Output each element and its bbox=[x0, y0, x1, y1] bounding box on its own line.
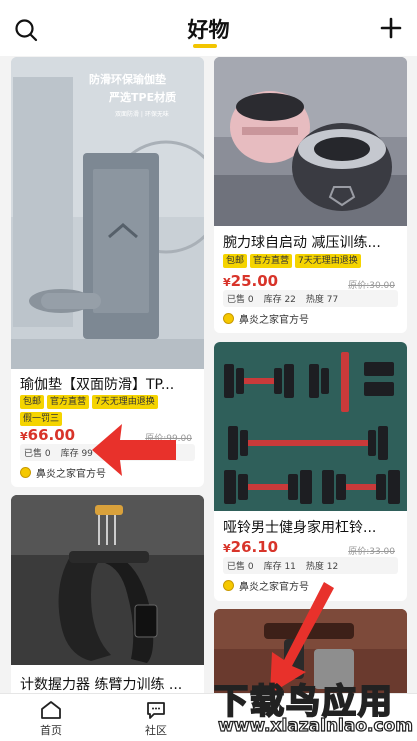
plus-icon[interactable] bbox=[379, 16, 403, 40]
heat-count: 热度 12 bbox=[305, 562, 339, 572]
tag: 假一罚三 bbox=[20, 412, 63, 426]
watermark-overlay: 下载鸟应用 www.xlazalnlao.com bbox=[204, 672, 417, 741]
currency-symbol: ¥ bbox=[20, 430, 28, 443]
sold-count: 已售 0 bbox=[24, 449, 51, 459]
shop-logo-icon bbox=[20, 467, 31, 478]
product-stats: 已售 0 库存 22 热度 77 bbox=[223, 290, 398, 307]
heat-count: 热度 77 bbox=[305, 295, 339, 305]
tag: 包邮 bbox=[20, 395, 45, 409]
tag: 官方直营 bbox=[250, 254, 293, 268]
product-stats: 已售 0 库存 11 热度 12 bbox=[223, 557, 398, 574]
page-title: 好物 bbox=[187, 18, 230, 42]
currency-symbol: ¥ bbox=[223, 542, 231, 555]
shop-logo-icon bbox=[223, 580, 234, 591]
banner-line-2: 严选TPE材质 bbox=[109, 91, 177, 104]
tag: 7天无理由退换 bbox=[295, 254, 361, 268]
currency-symbol: ¥ bbox=[223, 276, 231, 289]
product-name[interactable]: 计数握力器 练臂力训练 ... bbox=[20, 674, 196, 693]
stock-count: 库存 22 bbox=[263, 295, 296, 305]
product-card[interactable]: 计数握力器 练臂力训练 ... bbox=[11, 495, 204, 693]
product-name[interactable]: 哑铃男士健身家用杠铃... bbox=[223, 517, 399, 537]
red-arrow-annotation bbox=[92, 424, 176, 476]
shop-logo-icon bbox=[223, 313, 234, 324]
banner-line-3: 双面防滑 | 环保无味 bbox=[115, 111, 169, 118]
product-image-grip-trainer[interactable] bbox=[11, 495, 204, 665]
nav-home-label: 首页 bbox=[40, 724, 62, 737]
nav-home[interactable]: 首页 bbox=[21, 700, 81, 738]
product-price: ¥25.00 bbox=[223, 272, 278, 290]
chat-bubble-icon bbox=[147, 702, 165, 719]
product-card[interactable]: 哑铃男士健身家用杠铃... ¥26.10 原价:33.00 已售 0 库存 11… bbox=[214, 342, 407, 601]
original-price: 原价:33.00 bbox=[348, 547, 395, 557]
product-tags: 包邮 官方直营 7天无理由退换 bbox=[223, 254, 399, 268]
product-image-dumbbells[interactable] bbox=[214, 342, 407, 511]
price-value: 26.10 bbox=[230, 538, 279, 556]
shop-name: 鼻炎之家官方号 bbox=[239, 315, 309, 326]
nav-community-label: 社区 bbox=[145, 724, 167, 737]
tag: 包邮 bbox=[223, 254, 248, 268]
product-name[interactable]: 瑜伽垫【双面防滑】TP... bbox=[20, 374, 196, 394]
price-value: 66.00 bbox=[27, 426, 76, 444]
stock-count: 库存 11 bbox=[263, 562, 296, 572]
sold-count: 已售 0 bbox=[227, 562, 254, 572]
nav-community[interactable]: 社区 bbox=[126, 700, 186, 738]
product-card[interactable]: 腕力球自启动 减压训练... 包邮 官方直营 7天无理由退换 ¥25.00 原价… bbox=[214, 57, 407, 333]
home-icon bbox=[41, 701, 61, 719]
tag: 7天无理由退换 bbox=[92, 395, 158, 409]
product-image-wrist-ball[interactable] bbox=[214, 57, 407, 226]
product-feed[interactable]: 防滑环保瑜伽垫 严选TPE材质 双面防滑 | 环保无味 瑜伽垫【双面防滑】TP.… bbox=[0, 56, 417, 693]
product-price: ¥66.00 bbox=[20, 426, 75, 444]
watermark-url: www.xlazalnlao.com bbox=[217, 715, 413, 736]
shop-link[interactable]: 鼻炎之家官方号 bbox=[223, 311, 309, 326]
top-bar: 好物 bbox=[0, 0, 417, 56]
product-price: ¥26.10 bbox=[223, 538, 278, 556]
tag: 官方直营 bbox=[47, 395, 90, 409]
price-value: 25.00 bbox=[230, 272, 279, 290]
title-underline bbox=[193, 44, 217, 48]
product-name[interactable]: 腕力球自启动 减压训练... bbox=[223, 232, 399, 252]
banner-line-1: 防滑环保瑜伽垫 bbox=[89, 73, 166, 86]
sold-count: 已售 0 bbox=[227, 295, 254, 305]
